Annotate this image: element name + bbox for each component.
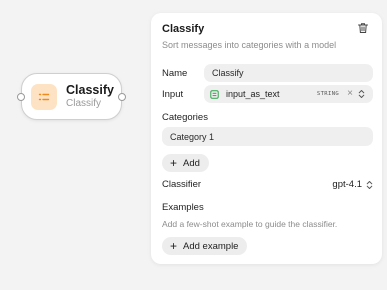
- panel-description: Sort messages into categories with a mod…: [162, 40, 337, 50]
- add-example-button[interactable]: + Add example: [162, 237, 248, 255]
- clear-icon[interactable]: ×: [347, 89, 353, 99]
- classifier-label: Classifier: [162, 179, 202, 190]
- input-variable-select[interactable]: input_as_text STRING ×: [204, 85, 373, 103]
- type-badge: STRING: [316, 91, 340, 97]
- input-label: Input: [162, 88, 184, 100]
- examples-hint: Add a few-shot example to guide the clas…: [162, 219, 338, 229]
- category-value: Category 1: [170, 131, 215, 142]
- classifier-row: Classifier gpt-4.1: [162, 179, 373, 190]
- node-inspector-panel: Classify Sort messages into categories w…: [151, 13, 382, 264]
- chevron-up-down-icon: [366, 180, 373, 190]
- chevron-up-down-icon[interactable]: [358, 89, 365, 99]
- plus-icon: +: [170, 156, 178, 170]
- input-row: Input input_as_text STRING ×: [162, 85, 373, 103]
- node-subtitle: Classify: [66, 98, 102, 109]
- classify-node[interactable]: Classify Classify: [17, 73, 126, 120]
- classify-list-icon: [31, 83, 57, 110]
- node-input-port[interactable]: [17, 92, 25, 101]
- panel-title: Classify: [162, 23, 205, 35]
- classifier-value: gpt-4.1: [332, 179, 362, 190]
- trash-icon[interactable]: [357, 21, 369, 33]
- input-variable-name: input_as_text: [226, 89, 280, 99]
- examples-label: Examples: [162, 202, 204, 213]
- classifier-select[interactable]: gpt-4.1: [332, 179, 373, 190]
- node-title: Classify: [66, 83, 114, 97]
- plus-icon: +: [170, 239, 178, 253]
- variable-icon: [210, 89, 219, 99]
- name-label: Name: [162, 67, 188, 79]
- add-category-label: Add: [183, 157, 200, 169]
- categories-label: Categories: [162, 112, 208, 123]
- category-field[interactable]: Category 1: [162, 127, 373, 146]
- add-example-label: Add example: [183, 240, 239, 252]
- name-row: Name Classify: [162, 64, 373, 82]
- node-output-port[interactable]: [118, 92, 126, 101]
- add-category-button[interactable]: + Add: [162, 154, 209, 172]
- name-value: Classify: [212, 68, 244, 78]
- name-field[interactable]: Classify: [204, 64, 373, 82]
